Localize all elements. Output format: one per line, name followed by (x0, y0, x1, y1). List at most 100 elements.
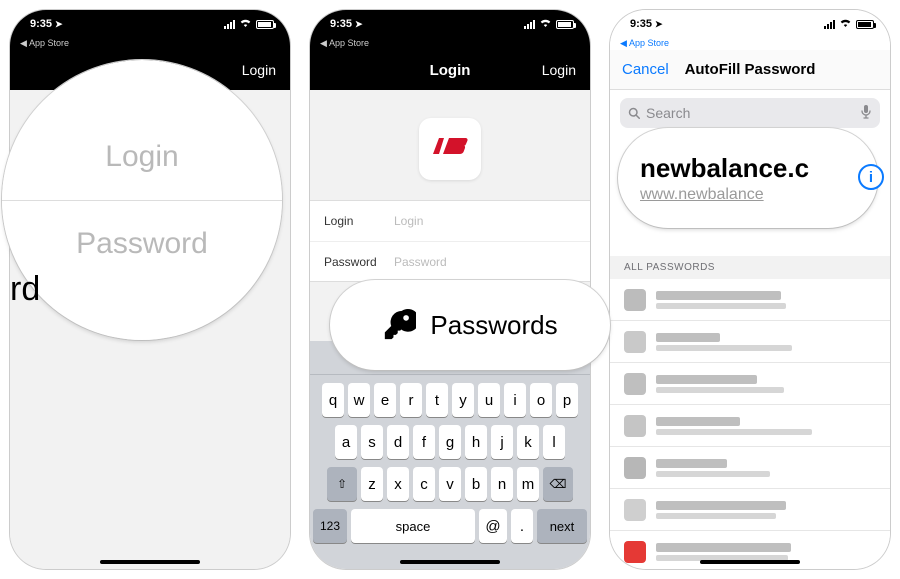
key-v[interactable]: v (439, 467, 461, 501)
key-m[interactable]: m (517, 467, 539, 501)
status-bar: 9:35➤ (610, 10, 890, 38)
login-form: Login Password (310, 200, 590, 282)
favicon (624, 415, 646, 437)
key-i[interactable]: i (504, 383, 526, 417)
nav-bar: Login Login (310, 50, 590, 90)
battery-icon (556, 20, 574, 29)
nav-title: Login (430, 62, 471, 79)
credential-url: www.newbalance (640, 186, 764, 204)
key-q[interactable]: q (322, 383, 344, 417)
wifi-icon (839, 18, 852, 31)
at-key[interactable]: @ (479, 509, 507, 543)
search-input[interactable]: Search (620, 98, 880, 128)
autofill-header: Cancel AutoFill Password (610, 50, 890, 90)
key-g[interactable]: g (439, 425, 461, 459)
password-input[interactable] (394, 255, 576, 269)
autofill-title: AutoFill Password (685, 61, 816, 78)
status-bar: 9:35➤ (10, 10, 290, 38)
search-placeholder: Search (646, 105, 690, 121)
back-to-app[interactable]: ◀ App Store (310, 38, 590, 50)
zoom-autofill-passwords-button[interactable]: Passwords (330, 280, 610, 370)
favicon (624, 457, 646, 479)
home-indicator[interactable] (100, 560, 200, 564)
key-j[interactable]: j (491, 425, 513, 459)
shift-key[interactable]: ⇧ (327, 467, 357, 501)
favicon (624, 373, 646, 395)
status-time: 9:35 (330, 18, 352, 30)
credential-domain: newbalance.c (640, 153, 809, 184)
key-u[interactable]: u (478, 383, 500, 417)
dictate-icon[interactable] (860, 104, 872, 123)
key-h[interactable]: h (465, 425, 487, 459)
signal-icon (524, 20, 535, 29)
home-indicator[interactable] (700, 560, 800, 564)
battery-icon (256, 20, 274, 29)
key-e[interactable]: e (374, 383, 396, 417)
key-s[interactable]: s (361, 425, 383, 459)
space-key[interactable]: space (351, 509, 475, 543)
favicon (624, 289, 646, 311)
key-n[interactable]: n (491, 467, 513, 501)
battery-icon (856, 20, 874, 29)
key-k[interactable]: k (517, 425, 539, 459)
credential-row[interactable] (610, 447, 890, 489)
login-label: Login (324, 214, 394, 228)
zoom-credential-newbalance[interactable]: newbalance.c www.newbalance i (618, 128, 878, 228)
back-to-app[interactable]: ◀ App Store (610, 38, 890, 50)
key-c[interactable]: c (413, 467, 435, 501)
credential-row[interactable] (610, 489, 890, 531)
app-logo (419, 118, 481, 180)
key-t[interactable]: t (426, 383, 448, 417)
key-z[interactable]: z (361, 467, 383, 501)
back-to-app[interactable]: ◀ App Store (10, 38, 290, 50)
credential-row[interactable] (610, 405, 890, 447)
keyboard: qwertyuiop asdfghjkl ⇧ zxcvbnm ⌫ 123 spa… (310, 341, 590, 569)
key-b[interactable]: b (465, 467, 487, 501)
key-a[interactable]: a (335, 425, 357, 459)
nb-logo-icon (430, 134, 470, 164)
next-key[interactable]: next (537, 509, 587, 543)
key-icon (382, 308, 416, 342)
key-l[interactable]: l (543, 425, 565, 459)
zoom-login-fields: Login Password rd (2, 60, 282, 340)
key-r[interactable]: r (400, 383, 422, 417)
credentials-list (610, 279, 890, 569)
home-indicator[interactable] (400, 560, 500, 564)
favicon (624, 331, 646, 353)
favicon (624, 499, 646, 521)
password-label: Password (324, 255, 394, 269)
cancel-button[interactable]: Cancel (622, 61, 669, 78)
status-time: 9:35 (30, 18, 52, 30)
location-icon: ➤ (355, 19, 363, 30)
key-f[interactable]: f (413, 425, 435, 459)
key-o[interactable]: o (530, 383, 552, 417)
credential-row[interactable] (610, 279, 890, 321)
zoom-edge-text: rd (10, 270, 40, 309)
nav-login-button[interactable]: Login (542, 62, 576, 78)
key-w[interactable]: w (348, 383, 370, 417)
nav-login-button[interactable]: Login (242, 62, 276, 78)
status-time: 9:35 (630, 18, 652, 30)
key-d[interactable]: d (387, 425, 409, 459)
zoom-password-label[interactable]: Password (2, 201, 282, 287)
phone-screen-3: 9:35➤ ◀ App Store Cancel AutoFill Passwo… (610, 10, 890, 569)
key-x[interactable]: x (387, 467, 409, 501)
signal-icon (224, 20, 235, 29)
signal-icon (824, 20, 835, 29)
credential-row[interactable] (610, 363, 890, 405)
zoom-login-label[interactable]: Login (2, 114, 282, 200)
key-p[interactable]: p (556, 383, 578, 417)
info-icon[interactable]: i (858, 164, 884, 190)
credential-row[interactable] (610, 321, 890, 363)
status-bar: 9:35➤ (310, 10, 590, 38)
wifi-icon (239, 18, 252, 31)
dot-key[interactable]: . (511, 509, 533, 543)
key-y[interactable]: y (452, 383, 474, 417)
favicon (624, 541, 646, 563)
search-icon (628, 107, 640, 119)
numbers-key[interactable]: 123 (313, 509, 347, 543)
autofill-passwords-label: Passwords (430, 310, 557, 341)
backspace-key[interactable]: ⌫ (543, 467, 573, 501)
wifi-icon (539, 18, 552, 31)
login-input[interactable] (394, 214, 576, 228)
